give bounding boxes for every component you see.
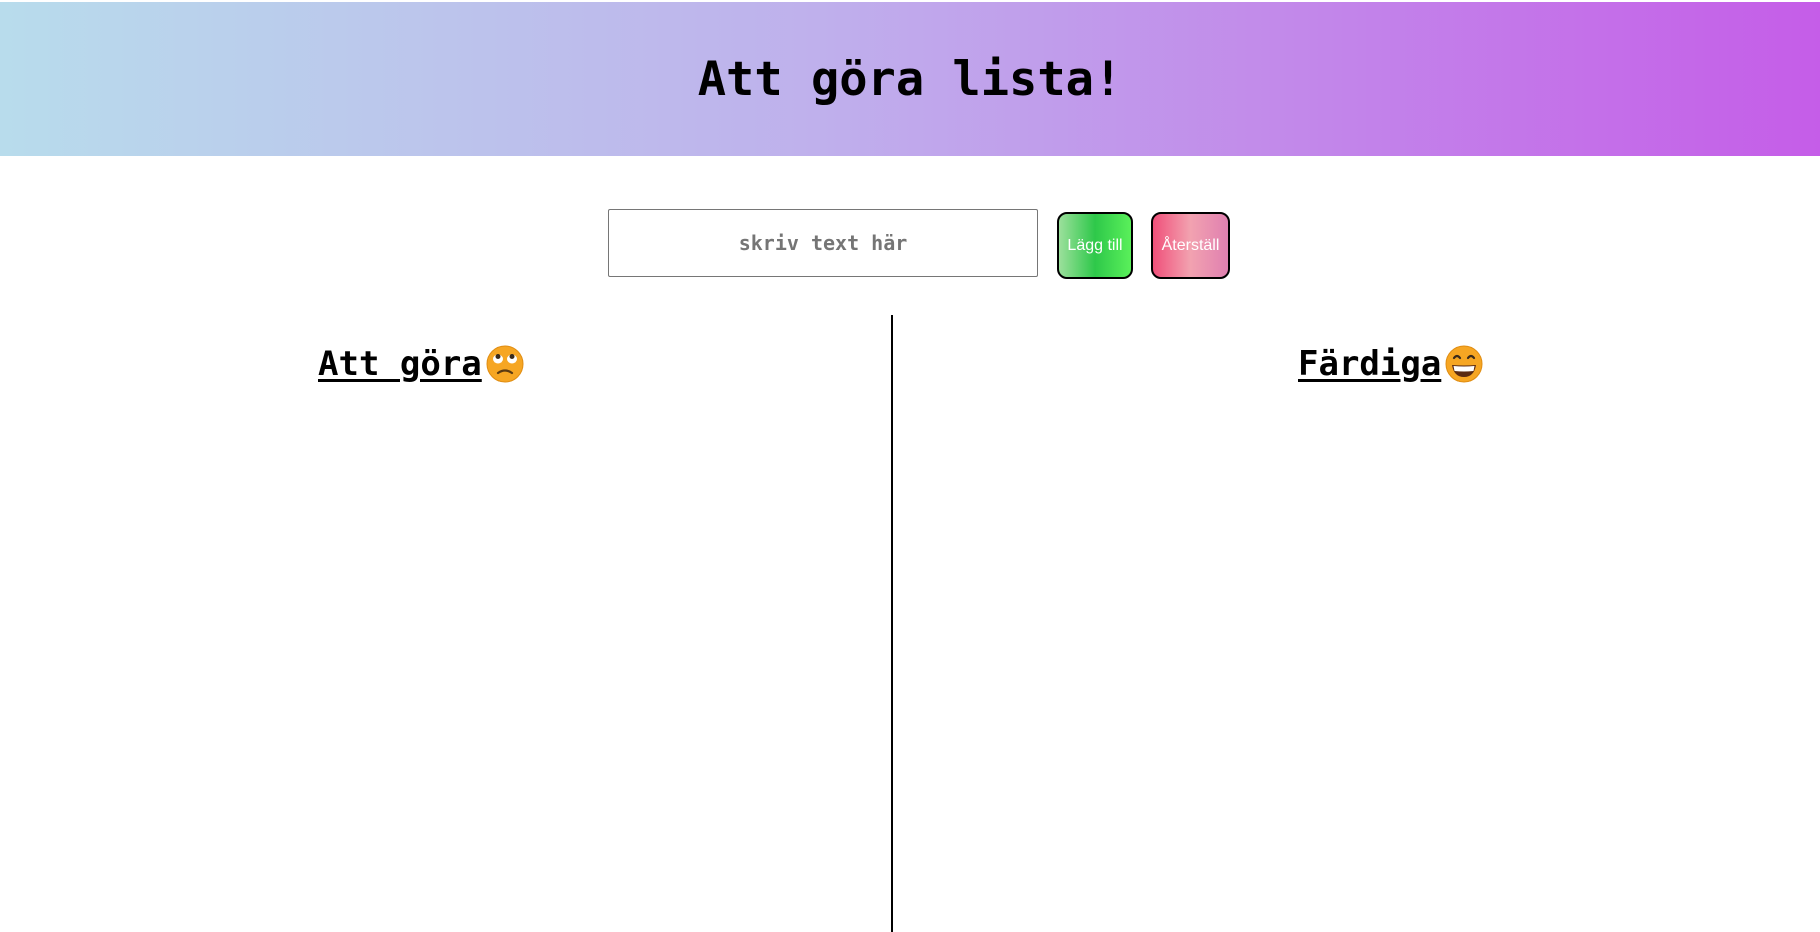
done-column-title: Färdiga [1298, 344, 1485, 384]
column-divider [891, 315, 893, 932]
page-header: Att göra lista! [0, 2, 1820, 156]
todo-column-title: Att göra [318, 344, 526, 384]
rolling-eyes-face-icon [484, 344, 526, 384]
add-button[interactable]: Lägg till [1057, 212, 1133, 279]
grinning-face-icon [1443, 344, 1485, 384]
page-title: Att göra lista! [697, 51, 1123, 107]
todo-column-label: Att göra [318, 344, 482, 384]
done-column-label: Färdiga [1298, 344, 1442, 384]
reset-button[interactable]: Återställ [1151, 212, 1230, 279]
todo-text-input[interactable] [608, 209, 1038, 277]
